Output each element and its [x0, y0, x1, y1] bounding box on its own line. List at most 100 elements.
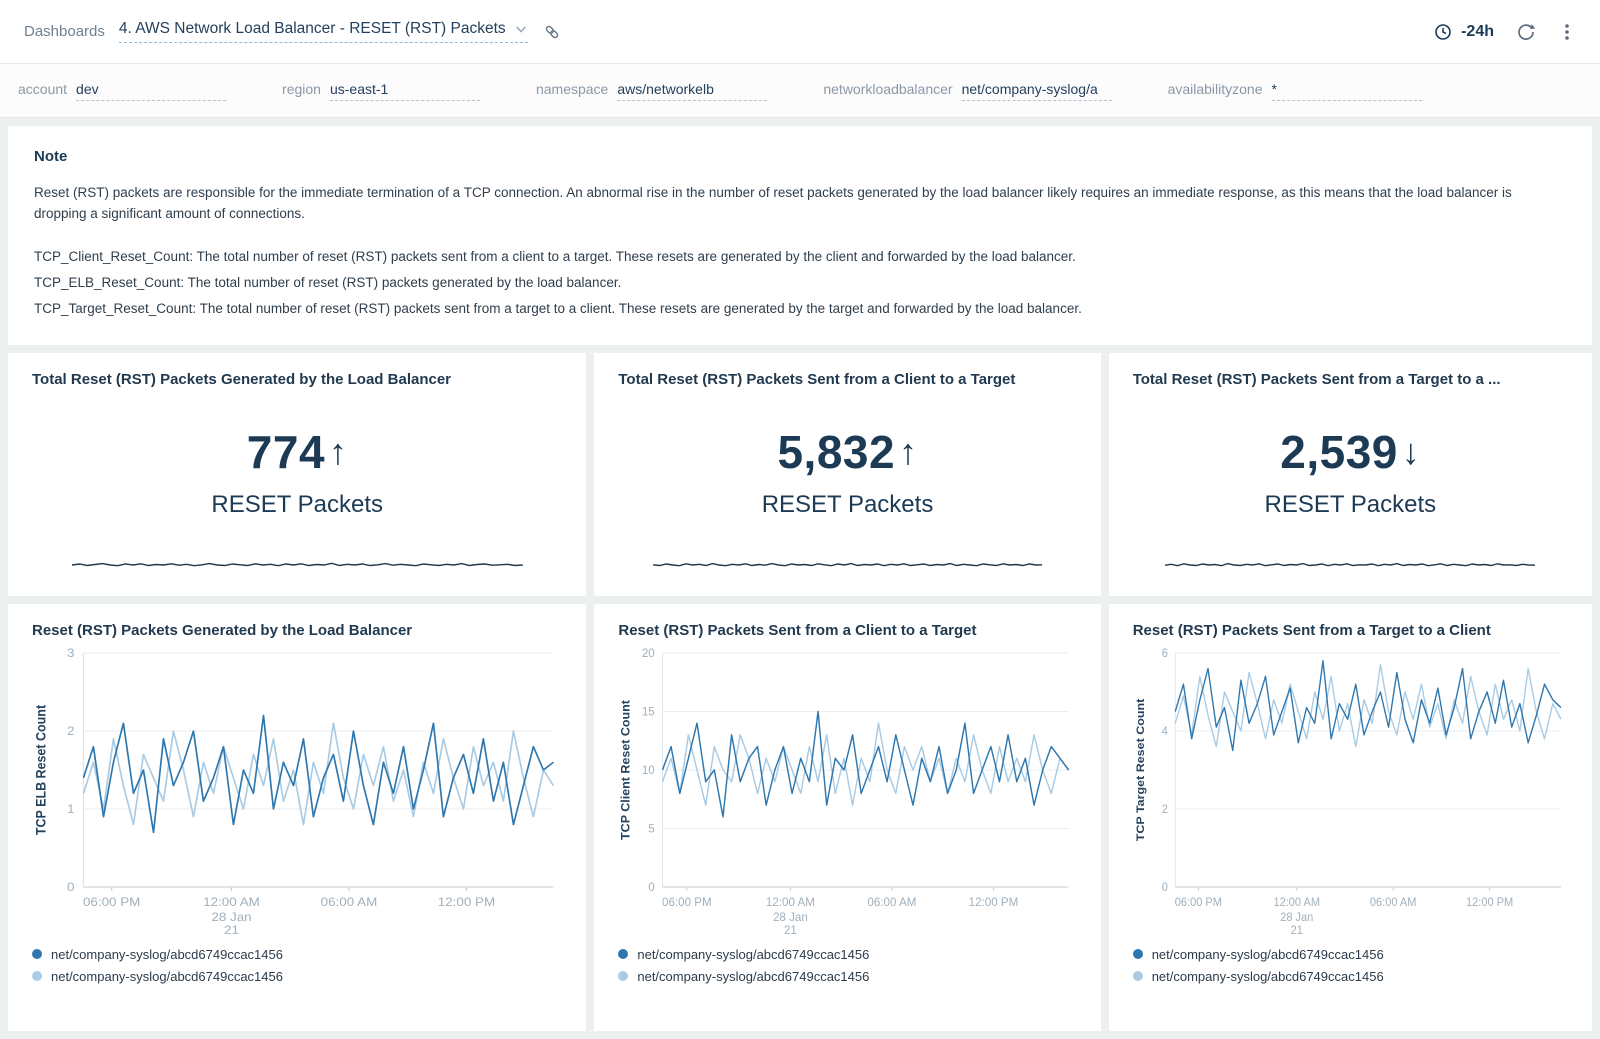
svg-text:4: 4 — [1161, 725, 1168, 737]
svg-text:12:00 AM: 12:00 AM — [766, 894, 815, 908]
stat-panel-client-to-target: Total Reset (RST) Packets Sent from a Cl… — [594, 353, 1100, 596]
filter-label: region — [282, 81, 321, 97]
chart-legend: net/company-syslog/abcd6749ccac1456 net/… — [1133, 947, 1568, 984]
svg-text:15: 15 — [642, 704, 655, 718]
svg-text:3: 3 — [67, 645, 74, 659]
filter-value-account[interactable]: dev — [76, 81, 226, 101]
filter-value-namespace[interactable]: aws/networkelb — [617, 81, 767, 101]
chart-title: Reset (RST) Packets Sent from a Client t… — [618, 622, 1076, 639]
stat-body: 2,539 ↓ RESET Packets — [1133, 388, 1568, 556]
trend-up-icon: ↑ — [899, 431, 918, 473]
svg-text:TCP ELB Reset Count: TCP ELB Reset Count — [33, 704, 49, 835]
breadcrumb[interactable]: Dashboards — [24, 23, 105, 40]
dashboard-title-dropdown[interactable]: 4. AWS Network Load Balancer - RESET (RS… — [119, 20, 528, 43]
note-paragraph: TCP_Client_Reset_Count: The total number… — [34, 247, 1566, 268]
line-chart: 012306:00 PM12:00 AM28 Jan2106:00 AM12:0… — [32, 643, 562, 943]
svg-text:TCP Client Reset Count: TCP Client Reset Count — [619, 700, 633, 840]
link-icon[interactable] — [542, 22, 562, 42]
svg-text:0: 0 — [67, 879, 74, 893]
chart-panel-elb-generated: Reset (RST) Packets Generated by the Loa… — [8, 604, 586, 1031]
svg-text:21: 21 — [224, 922, 239, 936]
legend-item[interactable]: net/company-syslog/abcd6749ccac1456 — [618, 947, 1076, 962]
chart-panel-target-to-client: Reset (RST) Packets Sent from a Target t… — [1109, 604, 1592, 1031]
svg-text:06:00 PM: 06:00 PM — [662, 894, 712, 908]
trend-up-icon: ↑ — [329, 431, 348, 473]
legend-label: net/company-syslog/abcd6749ccac1456 — [1152, 947, 1384, 962]
filter-label: namespace — [536, 81, 608, 97]
svg-text:12:00 AM: 12:00 AM — [203, 894, 260, 908]
refresh-icon[interactable] — [1516, 22, 1536, 42]
dashboard-content: Note Reset (RST) packets are responsible… — [0, 118, 1600, 1039]
note-panel: Note Reset (RST) packets are responsible… — [8, 126, 1592, 345]
charts-row: Reset (RST) Packets Generated by the Loa… — [8, 604, 1592, 1031]
time-range-button[interactable]: -24h — [1433, 22, 1494, 42]
note-paragraph: TCP_ELB_Reset_Count: The total number of… — [34, 273, 1566, 294]
svg-text:12:00 PM: 12:00 PM — [438, 894, 495, 908]
stat-value: 2,539 ↓ — [1280, 425, 1420, 479]
svg-text:6: 6 — [1161, 647, 1167, 659]
chart-legend: net/company-syslog/abcd6749ccac1456 net/… — [32, 947, 562, 984]
legend-item[interactable]: net/company-syslog/abcd6749ccac1456 — [32, 969, 562, 984]
page-title: 4. AWS Network Load Balancer - RESET (RS… — [119, 20, 506, 38]
svg-text:20: 20 — [642, 645, 655, 659]
stat-unit: RESET Packets — [762, 491, 934, 519]
legend-label: net/company-syslog/abcd6749ccac1456 — [51, 947, 283, 962]
chart-panel-client-to-target: Reset (RST) Packets Sent from a Client t… — [594, 604, 1100, 1031]
filter-namespace: namespace aws/networkelb — [536, 81, 767, 101]
svg-text:12:00 PM: 12:00 PM — [969, 894, 1019, 908]
stat-body: 774 ↑ RESET Packets — [32, 388, 562, 556]
filter-region: region us-east-1 — [282, 81, 480, 101]
sparkline-chart — [72, 556, 523, 574]
filter-label: networkloadbalancer — [823, 81, 952, 97]
legend-item[interactable]: net/company-syslog/abcd6749ccac1456 — [1133, 947, 1568, 962]
clock-icon — [1433, 22, 1453, 42]
stat-title: Total Reset (RST) Packets Sent from a Cl… — [618, 371, 1076, 388]
stat-number: 5,832 — [777, 425, 895, 479]
kebab-menu-icon[interactable] — [1558, 22, 1576, 42]
line-chart: 0510152006:00 PM12:00 AM28 Jan2106:00 AM… — [618, 643, 1076, 943]
topbar: Dashboards 4. AWS Network Load Balancer … — [0, 0, 1600, 64]
filter-value-networkloadbalancer[interactable]: net/company-syslog/a — [962, 81, 1112, 101]
legend-item[interactable]: net/company-syslog/abcd6749ccac1456 — [1133, 969, 1568, 984]
note-title: Note — [34, 148, 1566, 165]
stat-number: 2,539 — [1280, 425, 1398, 479]
legend-dot — [618, 971, 628, 981]
stat-value: 774 ↑ — [247, 425, 348, 479]
legend-label: net/company-syslog/abcd6749ccac1456 — [51, 969, 283, 984]
filter-value-availabilityzone[interactable]: * — [1272, 81, 1422, 101]
stat-title: Total Reset (RST) Packets Sent from a Ta… — [1133, 371, 1568, 388]
filter-value-region[interactable]: us-east-1 — [330, 81, 480, 101]
filter-availabilityzone: availabilityzone * — [1168, 81, 1422, 101]
legend-dot — [32, 949, 42, 959]
filter-label: account — [18, 81, 67, 97]
svg-text:21: 21 — [1290, 924, 1302, 936]
stat-panel-target-to-client: Total Reset (RST) Packets Sent from a Ta… — [1109, 353, 1592, 596]
legend-dot — [1133, 949, 1143, 959]
svg-text:06:00 PM: 06:00 PM — [83, 894, 140, 908]
trend-down-icon: ↓ — [1402, 431, 1421, 473]
note-paragraph: Reset (RST) packets are responsible for … — [34, 183, 1566, 225]
legend-dot — [618, 949, 628, 959]
svg-text:5: 5 — [649, 821, 656, 835]
legend-label: net/company-syslog/abcd6749ccac1456 — [637, 969, 869, 984]
svg-text:12:00 AM: 12:00 AM — [1273, 896, 1320, 908]
svg-text:2: 2 — [67, 723, 74, 737]
filter-networkloadbalancer: networkloadbalancer net/company-syslog/a — [823, 81, 1111, 101]
svg-text:06:00 PM: 06:00 PM — [1174, 896, 1221, 908]
note-paragraph: TCP_Target_Reset_Count: The total number… — [34, 299, 1566, 320]
svg-text:2: 2 — [1161, 803, 1167, 815]
chart-title: Reset (RST) Packets Generated by the Loa… — [32, 622, 562, 639]
svg-text:TCP Target Reset Count: TCP Target Reset Count — [1133, 698, 1146, 841]
svg-text:10: 10 — [642, 762, 655, 776]
filter-account: account dev — [18, 81, 226, 101]
svg-text:28 Jan: 28 Jan — [1280, 911, 1313, 923]
legend-item[interactable]: net/company-syslog/abcd6749ccac1456 — [618, 969, 1076, 984]
legend-item[interactable]: net/company-syslog/abcd6749ccac1456 — [32, 947, 562, 962]
svg-text:12:00 PM: 12:00 PM — [1466, 896, 1513, 908]
filter-bar: account dev region us-east-1 namespace a… — [0, 64, 1600, 118]
filter-label: availabilityzone — [1168, 81, 1263, 97]
svg-text:1: 1 — [67, 801, 74, 815]
legend-label: net/company-syslog/abcd6749ccac1456 — [1152, 969, 1384, 984]
legend-dot — [1133, 971, 1143, 981]
svg-text:0: 0 — [1161, 881, 1167, 893]
